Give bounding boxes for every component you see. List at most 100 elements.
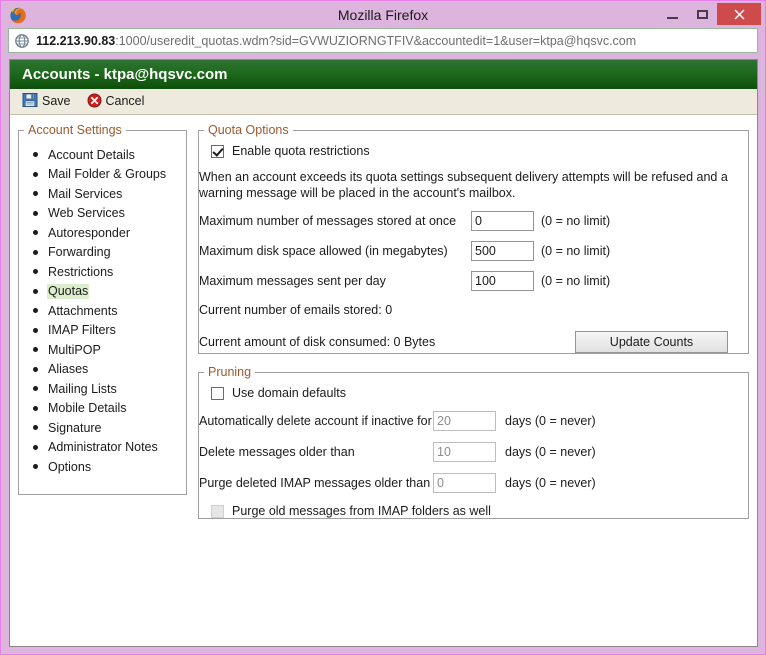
max-disk-label: Maximum disk space allowed (in megabytes… bbox=[199, 244, 448, 258]
inactive-delete-input[interactable] bbox=[433, 411, 496, 431]
cancel-button[interactable]: Cancel bbox=[87, 93, 155, 111]
bullet-icon bbox=[33, 288, 38, 294]
sidebar-item-administrator-notes[interactable]: Administrator Notes bbox=[33, 438, 186, 458]
sidebar-item-mail-services[interactable]: Mail Services bbox=[33, 184, 186, 204]
enable-quota-restrictions-checkbox[interactable] bbox=[211, 144, 224, 158]
sidebar-item-quotas[interactable]: Quotas bbox=[33, 282, 186, 302]
cancel-circle-x-icon bbox=[87, 93, 102, 111]
sidebar-item-mailing-lists[interactable]: Mailing Lists bbox=[33, 379, 186, 399]
sidebar-item-label: Mailing Lists bbox=[48, 381, 117, 396]
bullet-icon bbox=[33, 464, 38, 470]
max-disk-suffix: (0 = no limit) bbox=[541, 244, 611, 258]
sidebar-item-label: Web Services bbox=[48, 206, 125, 220]
max-messages-label: Maximum number of messages stored at onc… bbox=[199, 214, 457, 228]
bullet-icon bbox=[33, 308, 38, 314]
bullet-icon bbox=[33, 405, 38, 411]
bullet-icon bbox=[33, 327, 38, 333]
page-body: Account Settings Account Details Mail Fo… bbox=[10, 115, 757, 519]
sidebar-item-forwarding[interactable]: Forwarding bbox=[33, 243, 186, 263]
app-header: Accounts - ktpa@hqsvc.com bbox=[10, 60, 757, 89]
minimize-button[interactable] bbox=[657, 1, 687, 28]
sidebar-item-label: Mail Services bbox=[48, 186, 123, 201]
account-settings-panel: Account Settings Account Details Mail Fo… bbox=[18, 123, 187, 495]
sidebar-item-label: Forwarding bbox=[48, 245, 111, 259]
max-sent-input[interactable] bbox=[471, 271, 534, 291]
sidebar-item-restrictions[interactable]: Restrictions bbox=[33, 262, 186, 282]
bullet-icon bbox=[33, 249, 38, 255]
sidebar-item-signature[interactable]: Signature bbox=[33, 418, 186, 438]
floppy-disk-icon bbox=[22, 92, 38, 111]
delete-older-row: Delete messages older than days (0 = nev… bbox=[199, 442, 748, 462]
quota-options-panel: Quota Options Enable quota restrictions … bbox=[198, 123, 749, 354]
window-controls bbox=[657, 1, 765, 28]
action-toolbar: Save Cancel bbox=[10, 89, 757, 115]
purge-folders-checkbox[interactable] bbox=[211, 504, 224, 518]
bullet-icon bbox=[33, 347, 38, 353]
bullet-icon bbox=[33, 269, 38, 275]
purge-imap-row: Purge deleted IMAP messages older than d… bbox=[199, 473, 748, 493]
close-button[interactable] bbox=[717, 3, 761, 25]
title-bar: Mozilla Firefox bbox=[1, 1, 765, 28]
sidebar-item-aliases[interactable]: Aliases bbox=[33, 360, 186, 380]
url-text: 112.213.90.83:1000/useredit_quotas.wdm?s… bbox=[36, 34, 636, 48]
url-path: :1000/useredit_quotas.wdm?sid=GVWUZIORNG… bbox=[115, 33, 637, 48]
use-domain-defaults-checkbox[interactable] bbox=[211, 386, 224, 400]
sidebar-item-account-details[interactable]: Account Details bbox=[33, 145, 186, 165]
inactive-delete-suffix: days (0 = never) bbox=[505, 414, 596, 428]
sidebar-item-multipop[interactable]: MultiPOP bbox=[33, 340, 186, 360]
sidebar-item-label: Administrator Notes bbox=[48, 440, 158, 454]
delete-older-input[interactable] bbox=[433, 442, 496, 462]
purge-imap-input[interactable] bbox=[433, 473, 496, 493]
quota-options-legend: Quota Options bbox=[208, 123, 289, 137]
account-settings-legend: Account Settings bbox=[28, 123, 122, 137]
sidebar-item-options[interactable]: Options bbox=[33, 457, 186, 477]
enable-quota-restrictions-label: Enable quota restrictions bbox=[232, 144, 370, 158]
sidebar-item-label: IMAP Filters bbox=[48, 323, 116, 337]
sidebar-item-label: Mobile Details bbox=[48, 401, 127, 415]
page-title: Accounts - ktpa@hqsvc.com bbox=[22, 66, 228, 83]
max-disk-row: Maximum disk space allowed (in megabytes… bbox=[199, 241, 748, 261]
save-label: Save bbox=[42, 94, 71, 109]
sidebar-item-mobile-details[interactable]: Mobile Details bbox=[33, 399, 186, 419]
sidebar-item-autoresponder[interactable]: Autoresponder bbox=[33, 223, 186, 243]
settings-column: Quota Options Enable quota restrictions … bbox=[198, 123, 749, 519]
close-icon bbox=[733, 8, 745, 20]
purge-imap-label: Purge deleted IMAP messages older than bbox=[199, 476, 431, 490]
max-messages-suffix: (0 = no limit) bbox=[541, 214, 611, 228]
bullet-icon bbox=[33, 210, 38, 216]
delete-older-label: Delete messages older than bbox=[199, 445, 355, 459]
purge-folders-row[interactable]: Purge old messages from IMAP folders as … bbox=[211, 504, 748, 518]
max-sent-label: Maximum messages sent per day bbox=[199, 274, 386, 288]
bullet-icon bbox=[33, 230, 38, 236]
sidebar-item-label: Options bbox=[48, 459, 92, 474]
bullet-icon bbox=[33, 444, 38, 450]
sidebar-list: Account Details Mail Folder & Groups Mai… bbox=[19, 145, 186, 477]
sidebar-item-mail-folder-groups[interactable]: Mail Folder & Groups bbox=[33, 165, 186, 185]
purge-imap-suffix: days (0 = never) bbox=[505, 476, 596, 490]
bullet-icon bbox=[33, 152, 38, 158]
max-messages-input[interactable] bbox=[471, 211, 534, 231]
bullet-icon bbox=[33, 366, 38, 372]
url-bar[interactable]: 112.213.90.83:1000/useredit_quotas.wdm?s… bbox=[8, 28, 758, 53]
firefox-logo-icon bbox=[8, 5, 28, 25]
page-content: Accounts - ktpa@hqsvc.com Save Cancel Ac… bbox=[9, 59, 758, 647]
sidebar-item-imap-filters[interactable]: IMAP Filters bbox=[33, 321, 186, 341]
inactive-delete-row: Automatically delete account if inactive… bbox=[199, 411, 748, 431]
window-title: Mozilla Firefox bbox=[337, 6, 429, 23]
update-counts-button[interactable]: Update Counts bbox=[575, 331, 728, 353]
sidebar-item-attachments[interactable]: Attachments bbox=[33, 301, 186, 321]
maximize-button[interactable] bbox=[687, 1, 717, 28]
use-domain-defaults-row[interactable]: Use domain defaults bbox=[211, 386, 748, 400]
current-disk-consumed: Current amount of disk consumed: 0 Bytes bbox=[199, 335, 436, 349]
bullet-icon bbox=[33, 171, 38, 177]
sidebar-item-label: Autoresponder bbox=[48, 225, 131, 240]
sidebar-item-web-services[interactable]: Web Services bbox=[33, 204, 186, 224]
max-disk-input[interactable] bbox=[471, 241, 534, 261]
enable-quota-restrictions-row[interactable]: Enable quota restrictions bbox=[211, 144, 748, 158]
sidebar-item-label: Signature bbox=[48, 420, 102, 435]
bullet-icon bbox=[33, 425, 38, 431]
sidebar-item-label: Mail Folder & Groups bbox=[48, 167, 167, 181]
save-button[interactable]: Save bbox=[22, 92, 81, 111]
sidebar-item-label: Attachments bbox=[48, 303, 118, 318]
bullet-icon bbox=[33, 386, 38, 392]
